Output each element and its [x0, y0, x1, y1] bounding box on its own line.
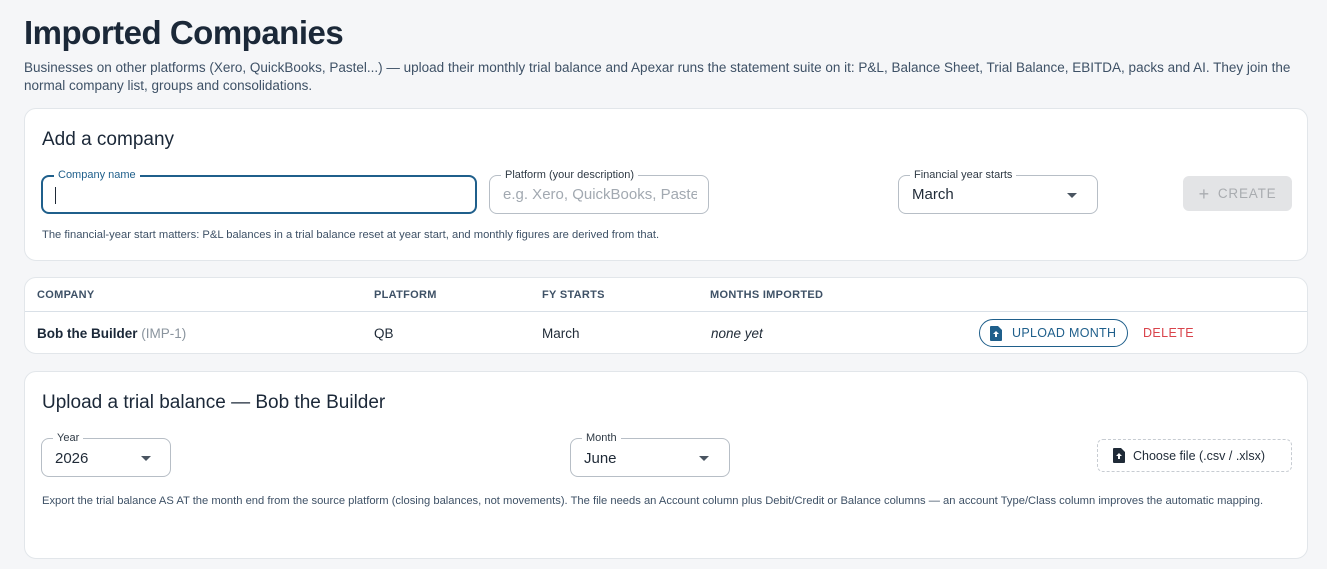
- column-header-months-imported: MONTHS IMPORTED: [710, 289, 824, 301]
- company-code: (IMP-1): [141, 326, 187, 341]
- plus-icon: +: [1198, 183, 1210, 204]
- upload-month-button[interactable]: UPLOAD MONTH: [979, 319, 1128, 347]
- header-divider: [25, 311, 1307, 312]
- fy-starts-cell: March: [542, 326, 580, 341]
- month-label: Month: [582, 431, 621, 445]
- upload-trial-balance-card: Upload a trial balance — Bob the Builder…: [24, 371, 1308, 559]
- upload-file-icon: [990, 325, 1002, 341]
- year-label: Year: [53, 431, 84, 445]
- year-value: 2026: [55, 450, 89, 467]
- companies-table: COMPANY PLATFORM FY STARTS MONTHS IMPORT…: [24, 277, 1308, 354]
- platform-placeholder: e.g. Xero, QuickBooks, Pastel: [503, 186, 697, 203]
- company-cell: Bob the Builder (IMP-1): [37, 326, 186, 341]
- company-name-field[interactable]: Company name: [41, 168, 477, 214]
- company-name: Bob the Builder: [37, 326, 138, 341]
- month-value: June: [584, 450, 617, 467]
- create-label: CREATE: [1217, 186, 1277, 201]
- create-button[interactable]: + CREATE: [1183, 176, 1292, 211]
- month-select[interactable]: Month June: [570, 431, 730, 477]
- add-company-card: Add a company Company name Platform (you…: [24, 108, 1308, 261]
- chevron-down-icon: [699, 456, 709, 461]
- chevron-down-icon: [1067, 193, 1077, 198]
- column-header-company: COMPANY: [37, 289, 95, 301]
- add-company-title: Add a company: [42, 129, 175, 150]
- column-header-platform: PLATFORM: [374, 289, 437, 301]
- year-select[interactable]: Year 2026: [41, 431, 171, 477]
- months-imported-cell: none yet: [711, 326, 763, 341]
- company-name-label: Company name: [54, 168, 140, 182]
- upload-hint: Export the trial balance AS AT the month…: [42, 495, 1264, 507]
- page-title: Imported Companies: [24, 14, 344, 51]
- column-header-fy-starts: FY STARTS: [542, 289, 605, 301]
- delete-button[interactable]: DELETE: [1143, 326, 1194, 340]
- page-description: Businesses on other platforms (Xero, Qui…: [24, 60, 1291, 93]
- upload-title: Upload a trial balance — Bob the Builder: [42, 392, 386, 413]
- platform-label: Platform (your description): [501, 168, 638, 182]
- upload-month-label: UPLOAD MONTH: [1012, 326, 1117, 340]
- fy-start-select[interactable]: Financial year starts March: [898, 168, 1098, 214]
- platform-field[interactable]: Platform (your description) e.g. Xero, Q…: [489, 168, 709, 214]
- fy-start-label: Financial year starts: [910, 168, 1017, 182]
- platform-cell: QB: [374, 326, 394, 341]
- fy-start-value: March: [912, 186, 954, 203]
- choose-file-label: Choose file (.csv / .xlsx): [1133, 448, 1265, 463]
- chevron-down-icon: [141, 456, 151, 461]
- upload-file-icon: [1113, 448, 1125, 463]
- text-cursor: [55, 187, 56, 204]
- fy-start-hint: The financial-year start matters: P&L ba…: [42, 229, 660, 241]
- choose-file-button[interactable]: Choose file (.csv / .xlsx): [1097, 439, 1292, 472]
